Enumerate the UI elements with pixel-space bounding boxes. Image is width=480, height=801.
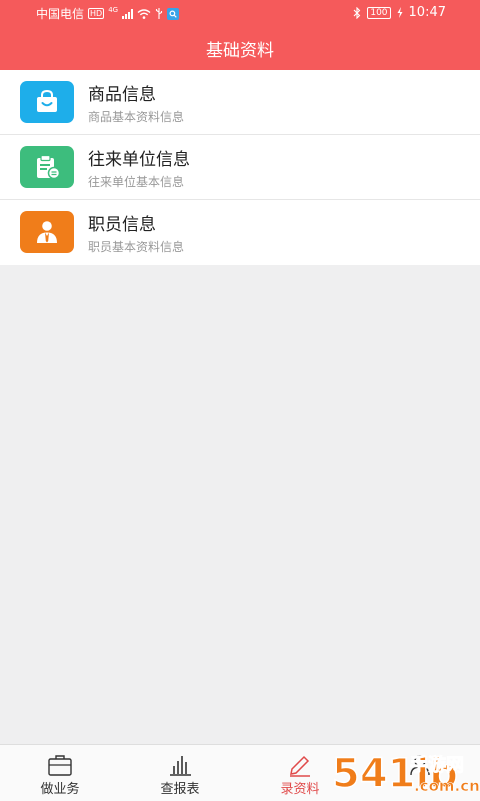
menu-item-title: 职员信息 bbox=[88, 215, 156, 235]
tab-business[interactable]: 做业务 bbox=[0, 745, 120, 801]
staff-icon bbox=[20, 211, 74, 253]
hd-badge: HD bbox=[88, 8, 105, 19]
app-header: 基础资料 bbox=[0, 26, 480, 70]
status-bar: 中国电信 HD 4G 100 10:47 bbox=[0, 0, 480, 26]
page-title: 基础资料 bbox=[206, 40, 274, 61]
clipboard-icon bbox=[20, 146, 74, 188]
menu-item-subtitle: 往来单位基本信息 bbox=[88, 175, 185, 189]
tab-label: 做业务 bbox=[40, 782, 80, 797]
clock: 10:47 bbox=[408, 5, 446, 20]
pen-icon bbox=[290, 755, 310, 777]
usb-icon bbox=[156, 8, 163, 19]
tab-label: 查报表 bbox=[160, 782, 200, 797]
battery-indicator: 100 bbox=[367, 6, 391, 19]
shopping-bag-icon bbox=[20, 81, 74, 123]
menu-item-title: 商品信息 bbox=[88, 85, 156, 105]
search-app-icon bbox=[167, 7, 180, 20]
menu-item-subtitle: 商品基本资料信息 bbox=[88, 110, 185, 124]
menu-item-subtitle: 职员基本资料信息 bbox=[88, 240, 185, 254]
wifi-icon bbox=[137, 8, 151, 19]
menu-list: 商品信息 商品基本资料信息 往来单位信息 往来单位基本信息 职员信息 职员基本资… bbox=[0, 70, 480, 265]
carrier-name: 中国电信 bbox=[36, 7, 85, 21]
tab-reports[interactable]: 查报表 bbox=[120, 745, 240, 801]
charging-icon bbox=[397, 7, 403, 18]
menu-item-partners[interactable]: 往来单位信息 往来单位基本信息 bbox=[0, 135, 480, 200]
bar-chart-icon bbox=[170, 756, 191, 776]
menu-item-title: 往来单位信息 bbox=[88, 150, 190, 170]
svg-text:.com.cn: .com.cn bbox=[414, 777, 480, 795]
network-type: 4G bbox=[108, 5, 119, 14]
menu-item-staff[interactable]: 职员信息 职员基本资料信息 bbox=[0, 200, 480, 265]
svg-text:手游网: 手游网 bbox=[410, 754, 464, 776]
bluetooth-icon bbox=[353, 6, 361, 19]
menu-item-products[interactable]: 商品信息 商品基本资料信息 bbox=[0, 70, 480, 135]
watermark-logo: 541ib 手游网 .com.cn bbox=[331, 750, 480, 798]
briefcase-icon bbox=[48, 755, 72, 776]
signal-icon bbox=[122, 8, 134, 19]
